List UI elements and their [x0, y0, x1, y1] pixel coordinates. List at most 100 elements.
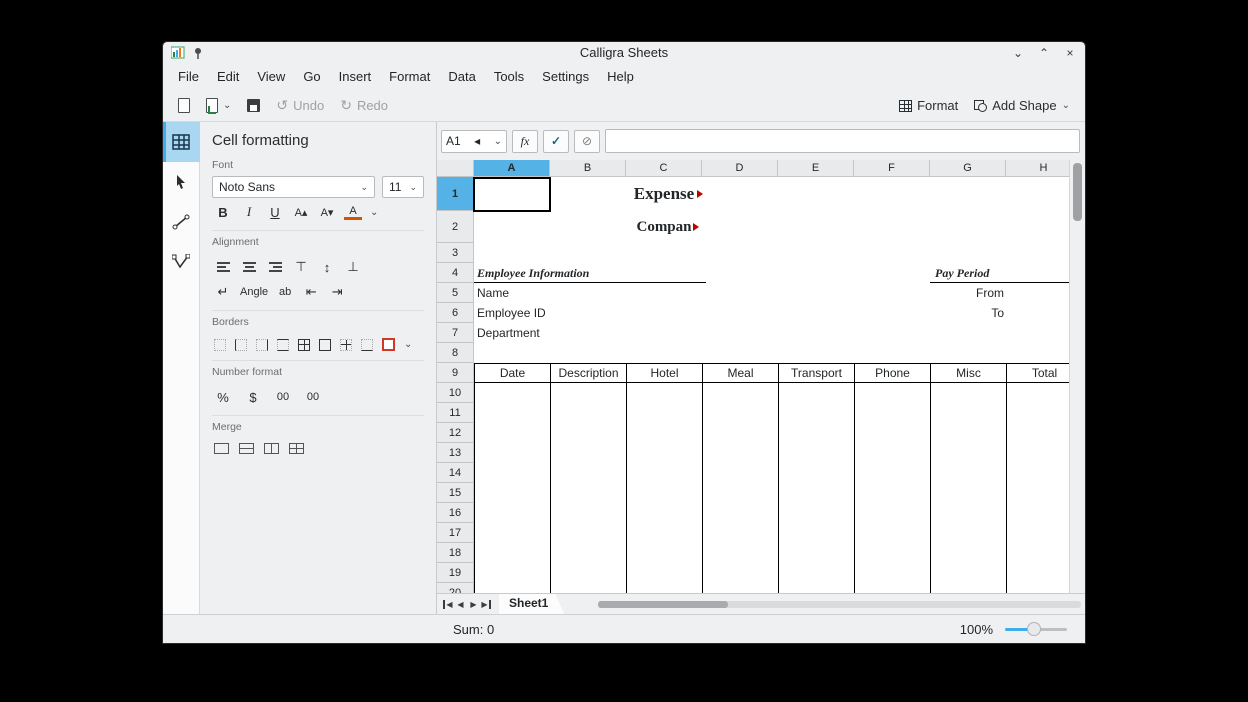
next-sheet-button[interactable]: ▶ [467, 600, 480, 609]
increase-precision-button[interactable]: 00 [274, 388, 292, 406]
header-hotel[interactable]: Hotel [627, 364, 703, 382]
cell-to-label[interactable]: To [930, 303, 1006, 323]
row-header-16[interactable]: 16 [437, 503, 474, 523]
menu-data[interactable]: Data [439, 65, 484, 88]
cancel-entry-button[interactable]: ⊘ [574, 130, 600, 153]
font-family-select[interactable]: Noto Sans ⌄ [212, 176, 375, 198]
merge-cells-button[interactable] [214, 443, 229, 454]
column-header-a[interactable]: A [474, 160, 550, 177]
window-close-button[interactable]: × [1063, 46, 1077, 60]
align-top-button[interactable]: ⊤ [292, 258, 310, 276]
wrap-text-button[interactable]: ↵ [214, 283, 232, 301]
increase-indent-button[interactable]: ⇥ [328, 283, 346, 301]
row-header-2[interactable]: 2 [437, 211, 474, 243]
cell-tool-button[interactable] [163, 122, 200, 162]
sheet-tab-sheet1[interactable]: Sheet1 [499, 594, 564, 614]
last-sheet-button[interactable]: ▶ [480, 600, 491, 609]
align-middle-button[interactable]: ↕ [318, 258, 336, 276]
align-right-button[interactable] [266, 258, 284, 276]
row-header-18[interactable]: 18 [437, 543, 474, 563]
cell-department-label[interactable]: Department [474, 323, 624, 343]
row-header-7[interactable]: 7 [437, 323, 474, 343]
column-header-f[interactable]: F [854, 160, 930, 177]
save-button[interactable] [241, 96, 266, 115]
border-left-button[interactable] [235, 339, 247, 351]
accept-entry-button[interactable]: ✓ [543, 130, 569, 153]
percent-format-button[interactable]: % [214, 388, 232, 406]
row-header-20[interactable]: 20 [437, 583, 474, 593]
column-header-g[interactable]: G [930, 160, 1006, 177]
cell-expense-title[interactable]: Expense [626, 177, 702, 211]
window-shade-button[interactable]: ⌄ [1011, 46, 1025, 60]
first-sheet-button[interactable]: ◀ [443, 600, 454, 609]
row-header-15[interactable]: 15 [437, 483, 474, 503]
shrink-font-button[interactable]: A▾ [318, 203, 336, 221]
menu-help[interactable]: Help [598, 65, 643, 88]
align-left-button[interactable] [214, 258, 232, 276]
merge-vertical-button[interactable] [264, 443, 279, 454]
path-tool-button[interactable] [163, 242, 200, 282]
cell-employee-id-label[interactable]: Employee ID [474, 303, 624, 323]
redo-button[interactable]: ↻Redo [334, 94, 394, 117]
connector-tool-button[interactable] [163, 202, 200, 242]
border-color-swatch[interactable] [382, 338, 395, 351]
titlebar[interactable]: Calligra Sheets ⌄ ⌃ × [163, 42, 1085, 63]
row-header-6[interactable]: 6 [437, 303, 474, 323]
row-header-17[interactable]: 17 [437, 523, 474, 543]
row-header-19[interactable]: 19 [437, 563, 474, 583]
row-header-13[interactable]: 13 [437, 443, 474, 463]
border-none-button[interactable] [214, 339, 226, 351]
currency-format-button[interactable]: $ [244, 388, 262, 406]
font-color-chevron-icon[interactable]: ⌄ [370, 207, 378, 218]
function-button[interactable]: fx [512, 130, 538, 153]
border-all-button[interactable] [298, 339, 310, 351]
row-header-10[interactable]: 10 [437, 383, 474, 403]
row-header-1[interactable]: 1 [437, 177, 474, 211]
zoom-slider[interactable] [1005, 621, 1067, 637]
row-header-3[interactable]: 3 [437, 243, 474, 263]
cell-reference-box[interactable]: A1 ◂ ⌄ [441, 130, 507, 153]
header-misc[interactable]: Misc [931, 364, 1007, 382]
border-top-bottom-button[interactable] [277, 339, 289, 351]
border-right-button[interactable] [256, 339, 268, 351]
border-outer-button[interactable] [319, 339, 331, 351]
vertical-text-button[interactable]: ab [276, 283, 294, 301]
decrease-precision-button[interactable]: 00 [304, 388, 322, 406]
row-header-4[interactable]: 4 [437, 263, 474, 283]
header-date[interactable]: Date [475, 364, 551, 382]
unmerge-cells-button[interactable] [289, 443, 304, 454]
selected-cell[interactable] [473, 177, 551, 212]
menu-edit[interactable]: Edit [208, 65, 248, 88]
merge-horizontal-button[interactable] [239, 443, 254, 454]
column-header-h[interactable]: H [1006, 160, 1069, 177]
add-shape-button[interactable]: Add Shape⌄ [968, 95, 1076, 116]
cell-grid[interactable]: 1 2 3 4 5 6 7 8 9 10 11 12 13 [437, 177, 1069, 593]
format-button[interactable]: Format [893, 95, 964, 116]
column-header-e[interactable]: E [778, 160, 854, 177]
border-inner-button[interactable] [340, 339, 352, 351]
row-header-5[interactable]: 5 [437, 283, 474, 303]
grow-font-button[interactable]: A▴ [292, 203, 310, 221]
row-header-11[interactable]: 11 [437, 403, 474, 423]
menu-go[interactable]: Go [294, 65, 329, 88]
font-size-select[interactable]: 11 ⌄ [382, 176, 424, 198]
menu-settings[interactable]: Settings [533, 65, 598, 88]
menu-insert[interactable]: Insert [330, 65, 381, 88]
select-all-corner[interactable] [437, 160, 474, 177]
row-header-12[interactable]: 12 [437, 423, 474, 443]
cell-company-line[interactable]: Compan [626, 211, 702, 243]
italic-button[interactable]: I [240, 203, 258, 221]
border-color-chevron-icon[interactable]: ⌄ [404, 339, 412, 350]
cell-from-label[interactable]: From [930, 283, 1006, 303]
header-total[interactable]: Total [1007, 364, 1069, 382]
cell-pay-period[interactable]: Pay Period [930, 263, 1069, 283]
open-document-button[interactable]: ⌄ [200, 95, 237, 116]
header-meal[interactable]: Meal [703, 364, 779, 382]
zoom-slider-knob[interactable] [1027, 622, 1041, 636]
cell-employee-information[interactable]: Employee Information [474, 263, 706, 283]
column-header-d[interactable]: D [702, 160, 778, 177]
formula-input[interactable] [605, 129, 1080, 153]
horizontal-scrollbar[interactable] [598, 594, 1081, 614]
row-header-14[interactable]: 14 [437, 463, 474, 483]
new-document-button[interactable] [172, 95, 196, 116]
